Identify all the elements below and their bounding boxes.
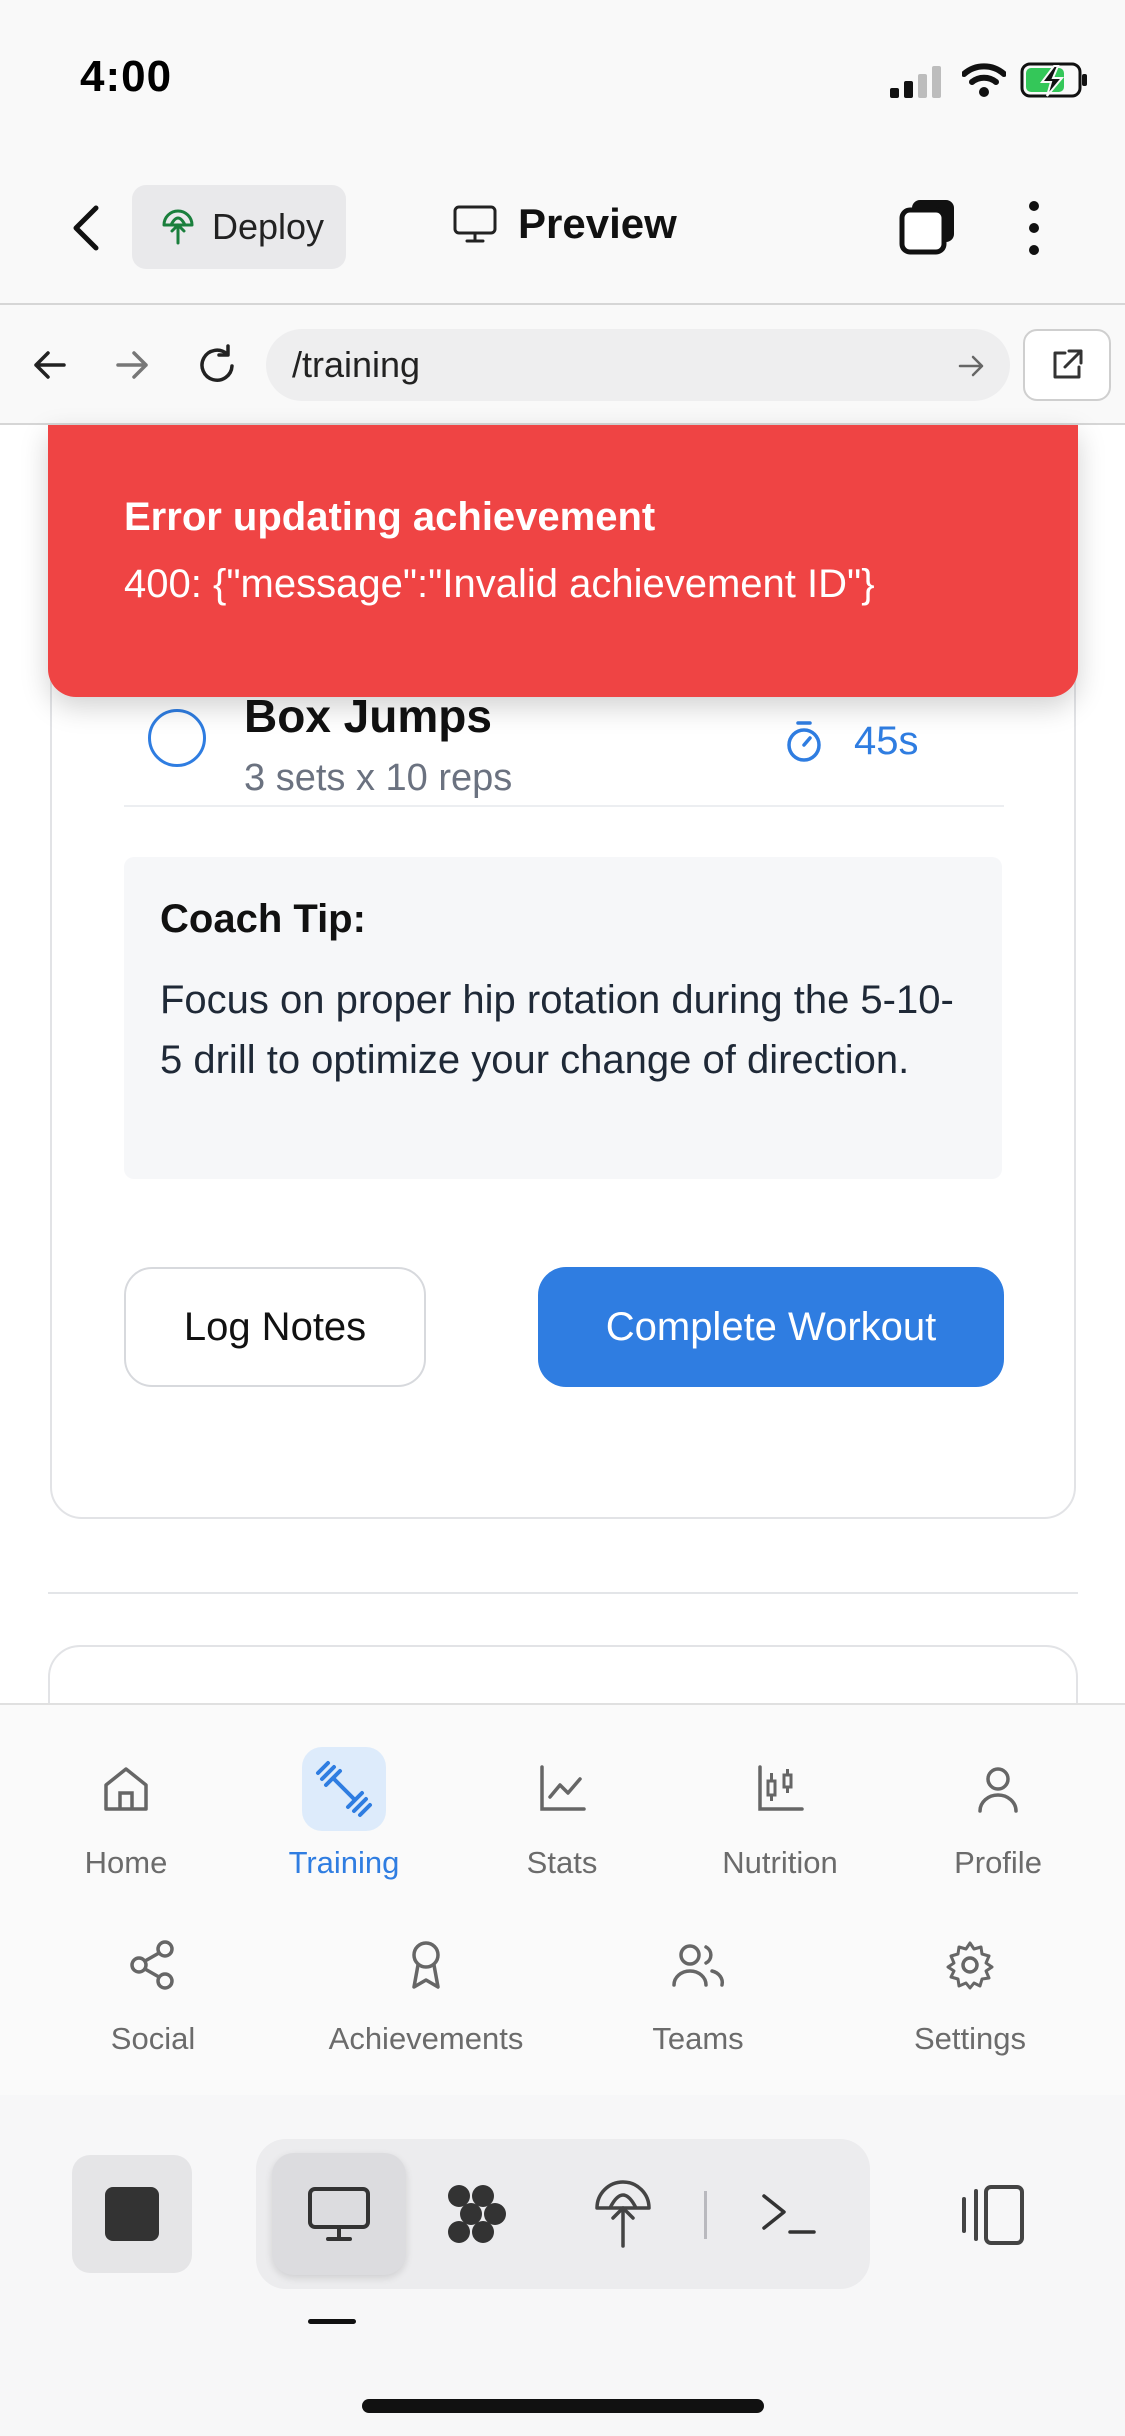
nav-item-nutrition[interactable]: Nutrition <box>700 1747 860 1881</box>
gear-icon <box>928 1923 1012 2007</box>
rest-time: 45s <box>854 719 919 763</box>
nav-label-training: Training <box>288 1845 400 1880</box>
nav-label-nutrition: Nutrition <box>722 1845 838 1880</box>
go-arrow-icon[interactable] <box>956 351 986 381</box>
side-panel-icon[interactable] <box>956 2183 1028 2247</box>
rest-timer[interactable]: 45s <box>784 719 919 764</box>
app-bar: Deploy Preview <box>0 160 1125 305</box>
deploy-icon <box>595 2180 651 2248</box>
error-toast[interactable]: Error updating achievement 400: {"messag… <box>48 425 1078 697</box>
nav-label-achievements: Achievements <box>328 2021 524 2056</box>
preview-label: Preview <box>518 200 677 247</box>
home-icon <box>84 1747 168 1831</box>
mode-separator <box>704 2191 707 2239</box>
battery-charging-icon <box>1020 62 1087 98</box>
coach-tip-title: Coach Tip: <box>160 897 366 941</box>
home-indicator <box>362 2399 764 2413</box>
nav-item-training[interactable]: Training <box>274 1747 414 1881</box>
stop-icon <box>105 2187 159 2241</box>
ide-toolbar <box>0 2095 1125 2436</box>
toast-title: Error updating achievement <box>124 495 656 539</box>
url-text: /training <box>292 344 421 385</box>
share-icon <box>111 1923 195 2007</box>
exercise-detail: 3 sets x 10 reps <box>244 757 513 799</box>
nav-forward-arrow-icon[interactable] <box>112 345 152 385</box>
nav-label-home: Home <box>84 1845 168 1880</box>
shell-mode-button[interactable] <box>722 2153 856 2275</box>
active-mode-indicator <box>308 2319 356 2324</box>
nav-item-stats[interactable]: Stats <box>502 1747 622 1881</box>
monitor-icon <box>308 2187 370 2241</box>
back-chevron-icon[interactable] <box>66 202 106 254</box>
nav-item-achievements[interactable]: Achievements <box>316 1923 536 2057</box>
open-external-button[interactable] <box>1023 329 1111 401</box>
mode-switcher <box>256 2139 870 2289</box>
user-icon <box>956 1747 1040 1831</box>
coach-tip-text: Focus on proper hip rotation during the … <box>160 978 954 1082</box>
nav-item-profile[interactable]: Profile <box>938 1747 1058 1881</box>
nav-label-profile: Profile <box>954 1845 1042 1880</box>
chart-candlestick-icon <box>738 1747 822 1831</box>
section-divider <box>48 1592 1078 1594</box>
nav-item-teams[interactable]: Teams <box>638 1923 758 2057</box>
signal-icon <box>890 66 941 98</box>
stop-button[interactable] <box>72 2155 192 2273</box>
deploy-mode-button[interactable] <box>556 2153 690 2275</box>
monitor-icon <box>453 205 497 243</box>
complete-workout-button[interactable]: Complete Workout <box>538 1267 1004 1387</box>
coach-tip-box: Coach Tip: Focus on proper hip rotation … <box>124 857 1002 1179</box>
dumbbell-icon <box>302 1747 386 1831</box>
preview-tab[interactable]: Preview <box>452 200 677 248</box>
workflow-mode-button[interactable] <box>410 2153 544 2275</box>
tabs-icon[interactable] <box>898 196 958 256</box>
nav-label-teams: Teams <box>652 2021 744 2056</box>
url-bar: /training <box>0 305 1125 425</box>
wifi-icon <box>962 63 1006 97</box>
timer-icon <box>787 720 821 762</box>
nav-item-home[interactable]: Home <box>66 1747 186 1881</box>
users-icon <box>656 1923 740 2007</box>
toast-message: 400: {"message":"Invalid achievement ID"… <box>124 562 875 606</box>
more-vertical-icon[interactable] <box>1022 198 1046 258</box>
bottom-nav: Home Training Stats Nutrition Profile So… <box>0 1703 1125 2095</box>
chart-line-icon <box>520 1747 604 1831</box>
deploy-icon <box>162 209 194 245</box>
deploy-label: Deploy <box>212 206 325 247</box>
terminal-icon <box>762 2194 816 2234</box>
url-input[interactable]: /training <box>266 329 1010 401</box>
deploy-button[interactable]: Deploy <box>132 185 346 269</box>
nav-label-stats: Stats <box>526 1845 598 1880</box>
exercise-checkbox[interactable] <box>148 709 206 767</box>
exercise-name: Box Jumps <box>244 690 492 742</box>
log-notes-button[interactable]: Log Notes <box>124 1267 426 1387</box>
nav-item-settings[interactable]: Settings <box>900 1923 1040 2057</box>
next-card <box>48 1645 1078 1703</box>
nav-label-settings: Settings <box>913 2021 1026 2056</box>
status-bar: 4:00 <box>0 0 1125 160</box>
clock: 4:00 <box>80 52 173 101</box>
nav-back-arrow-icon[interactable] <box>30 345 70 385</box>
award-icon <box>384 1923 468 2007</box>
workflow-icon <box>448 2185 506 2243</box>
reload-icon[interactable] <box>194 343 240 389</box>
nav-label-social: Social <box>110 2021 196 2056</box>
preview-mode-button[interactable] <box>272 2153 406 2275</box>
external-link-icon <box>1053 349 1083 379</box>
nav-item-social[interactable]: Social <box>93 1923 213 2057</box>
